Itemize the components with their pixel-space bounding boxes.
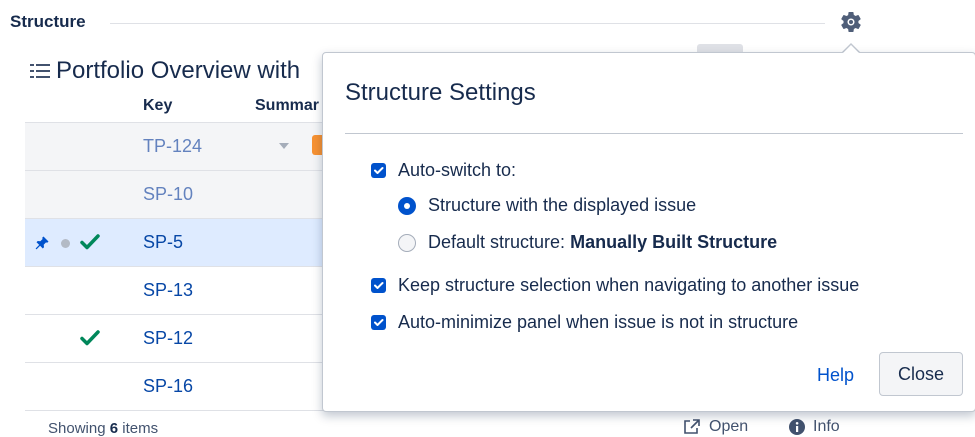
external-link-icon [684,419,700,434]
structure-title-row: Portfolio Overview with [30,56,300,86]
list-icon [30,64,50,78]
close-button[interactable]: Close [879,352,963,396]
radio-default-structure[interactable]: Default structure: Manually Built Struct… [398,232,777,253]
radio-displayed-label: Structure with the displayed issue [428,195,697,215]
status-dot-icon [61,239,70,248]
info-icon [789,419,805,435]
issue-key-link[interactable]: SP-10 [143,184,193,205]
check-icon [80,234,100,250]
structure-header: Structure [0,10,975,34]
radio-selected-icon [398,196,416,215]
header-title: Structure [10,12,86,31]
items-count-number: 6 [109,420,119,437]
auto-switch-checkbox[interactable]: Auto-switch to: [371,160,516,181]
check-icon [80,330,100,346]
radio-default-value: Manually Built Structure [570,232,778,252]
open-link[interactable]: Open [683,418,748,436]
issue-key-link[interactable]: SP-12 [143,328,193,349]
open-label: Open [709,418,749,435]
dialog-divider [345,133,963,134]
radio-structure-displayed[interactable]: Structure with the displayed issue [398,195,696,216]
column-header-summary[interactable]: Summar [255,97,319,115]
radio-unselected-icon [398,233,416,252]
structure-settings-dialog: Structure Settings Auto-switch to: Struc… [322,52,975,412]
info-label: Info [813,418,840,435]
issue-key-link[interactable]: SP-5 [143,232,183,253]
items-count-suffix: items [122,420,159,437]
column-header-key[interactable]: Key [143,97,172,115]
checkbox-checked-icon [371,315,386,330]
items-count: Showing 6 items [48,420,158,437]
items-count-prefix: Showing [48,420,106,437]
help-link[interactable]: Help [817,365,854,386]
auto-minimize-checkbox[interactable]: Auto-minimize panel when issue is not in… [371,312,798,333]
auto-switch-label: Auto-switch to: [398,160,517,180]
issue-key-link[interactable]: SP-13 [143,280,193,301]
popup-arrow-inner [842,45,860,54]
info-link[interactable]: Info [789,418,840,436]
expand-caret-icon[interactable] [279,143,289,149]
issue-key-link[interactable]: TP-124 [143,136,202,157]
gear-icon[interactable] [839,10,863,34]
keep-selection-checkbox[interactable]: Keep structure selection when navigating… [371,275,859,296]
pin-icon[interactable] [35,236,49,250]
dialog-title: Structure Settings [345,79,536,106]
checkbox-checked-icon [371,278,386,293]
keep-selection-label: Keep structure selection when navigating… [398,275,860,295]
auto-minimize-label: Auto-minimize panel when issue is not in… [398,312,799,332]
radio-default-label: Default structure: [428,232,566,252]
checkbox-checked-icon [371,163,386,178]
issue-key-link[interactable]: SP-16 [143,376,193,397]
header-divider [110,23,825,24]
structure-title: Portfolio Overview with [56,57,301,84]
